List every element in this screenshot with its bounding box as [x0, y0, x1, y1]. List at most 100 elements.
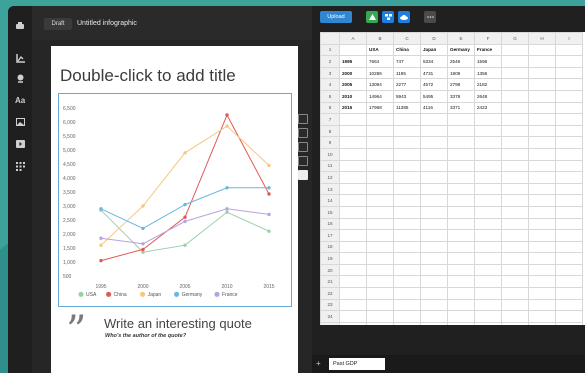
- table-cell[interactable]: [555, 113, 583, 126]
- table-cell[interactable]: [393, 113, 421, 126]
- table-cell[interactable]: [339, 298, 367, 312]
- column-header[interactable]: C: [393, 32, 421, 45]
- table-cell[interactable]: [366, 159, 394, 173]
- table-cell[interactable]: [366, 205, 394, 219]
- table-cell[interactable]: [555, 136, 583, 149]
- table-cell[interactable]: [528, 252, 556, 265]
- table-cell[interactable]: [366, 298, 394, 312]
- table-cell[interactable]: Japan: [420, 43, 448, 57]
- table-cell[interactable]: [420, 240, 448, 254]
- table-cell[interactable]: [393, 321, 421, 325]
- table-cell[interactable]: [528, 182, 556, 196]
- table-cell[interactable]: [447, 252, 475, 265]
- table-cell[interactable]: [447, 124, 475, 138]
- table-cell[interactable]: [501, 194, 529, 207]
- table-cell[interactable]: [393, 252, 421, 265]
- row-header[interactable]: 17: [320, 229, 340, 242]
- row-header[interactable]: 20: [320, 263, 340, 277]
- table-cell[interactable]: [501, 66, 529, 80]
- row-header[interactable]: 22: [320, 287, 340, 300]
- table-cell[interactable]: [474, 263, 502, 277]
- table-cell[interactable]: [501, 147, 529, 161]
- table-cell[interactable]: [474, 240, 502, 254]
- table-cell[interactable]: [474, 205, 502, 219]
- table-cell[interactable]: 2010: [339, 89, 367, 103]
- row-header[interactable]: 25: [320, 321, 340, 325]
- table-cell[interactable]: [366, 229, 394, 242]
- table-cell[interactable]: [447, 240, 475, 254]
- table-cell[interactable]: [420, 159, 448, 173]
- row-header[interactable]: 9: [320, 136, 340, 149]
- table-cell[interactable]: [474, 147, 502, 161]
- row-header[interactable]: 1: [320, 43, 340, 57]
- table-cell[interactable]: [447, 217, 475, 231]
- table-cell[interactable]: [528, 136, 556, 149]
- text-icon[interactable]: Aa: [13, 94, 27, 106]
- table-cell[interactable]: [420, 182, 448, 196]
- table-cell[interactable]: [528, 55, 556, 68]
- table-cell[interactable]: [528, 124, 556, 138]
- table-cell[interactable]: [528, 78, 556, 91]
- table-cell[interactable]: [555, 298, 583, 312]
- table-cell[interactable]: [474, 321, 502, 325]
- table-cell[interactable]: [420, 217, 448, 231]
- table-cell[interactable]: [501, 252, 529, 265]
- table-cell[interactable]: [393, 194, 421, 207]
- table-cell[interactable]: 2015: [339, 101, 367, 115]
- table-cell[interactable]: [393, 298, 421, 312]
- settings-icon[interactable]: [298, 128, 308, 138]
- table-cell[interactable]: [339, 310, 367, 323]
- table-cell[interactable]: [555, 89, 583, 103]
- table-cell[interactable]: [420, 171, 448, 184]
- table-cell[interactable]: [393, 229, 421, 242]
- table-cell[interactable]: [528, 89, 556, 103]
- table-cell[interactable]: [420, 136, 448, 149]
- spreadsheet-grid[interactable]: A B C D E F G H I 1 USA China Japan Germany France 2 199…: [320, 32, 585, 325]
- table-cell[interactable]: [420, 263, 448, 277]
- table-cell[interactable]: [501, 310, 529, 323]
- edit-icon[interactable]: [298, 114, 308, 124]
- table-cell[interactable]: [501, 298, 529, 312]
- table-cell[interactable]: 2277: [393, 78, 421, 91]
- table-cell[interactable]: [501, 113, 529, 126]
- table-cell[interactable]: [339, 217, 367, 231]
- table-cell[interactable]: [339, 263, 367, 277]
- table-cell[interactable]: [501, 205, 529, 219]
- table-cell[interactable]: 13094: [366, 78, 394, 91]
- row-header[interactable]: 11: [320, 159, 340, 173]
- table-cell[interactable]: [339, 124, 367, 138]
- table-cell[interactable]: [339, 229, 367, 242]
- table-cell[interactable]: [366, 171, 394, 184]
- table-cell[interactable]: [420, 147, 448, 161]
- video-icon[interactable]: [13, 138, 27, 150]
- table-cell[interactable]: [474, 194, 502, 207]
- table-cell[interactable]: [447, 321, 475, 325]
- table-cell[interactable]: [528, 147, 556, 161]
- table-cell[interactable]: [555, 229, 583, 242]
- sheet-tab-past-gdp[interactable]: Past GDP: [329, 358, 385, 370]
- table-cell[interactable]: [339, 252, 367, 265]
- image-icon[interactable]: [13, 116, 27, 128]
- table-cell[interactable]: 5495: [420, 89, 448, 103]
- table-cell[interactable]: [420, 321, 448, 325]
- table-cell[interactable]: [555, 263, 583, 277]
- table-cell[interactable]: [474, 310, 502, 323]
- table-cell[interactable]: [366, 321, 394, 325]
- row-header[interactable]: 24: [320, 310, 340, 323]
- table-cell[interactable]: [339, 171, 367, 184]
- table-cell[interactable]: 1195: [393, 66, 421, 80]
- map-pin-icon[interactable]: [13, 72, 27, 84]
- table-cell[interactable]: [393, 124, 421, 138]
- table-cell[interactable]: [528, 101, 556, 115]
- table-cell[interactable]: [366, 263, 394, 277]
- row-header[interactable]: 7: [320, 113, 340, 126]
- table-cell[interactable]: [447, 182, 475, 196]
- table-cell[interactable]: [528, 217, 556, 231]
- table-cell[interactable]: 3371: [447, 101, 475, 115]
- table-cell[interactable]: [339, 275, 367, 289]
- table-cell[interactable]: 5943: [393, 89, 421, 103]
- add-sheet-button[interactable]: +: [316, 358, 321, 370]
- table-cell[interactable]: [528, 229, 556, 242]
- row-header[interactable]: 2: [320, 55, 340, 68]
- table-cell[interactable]: [366, 147, 394, 161]
